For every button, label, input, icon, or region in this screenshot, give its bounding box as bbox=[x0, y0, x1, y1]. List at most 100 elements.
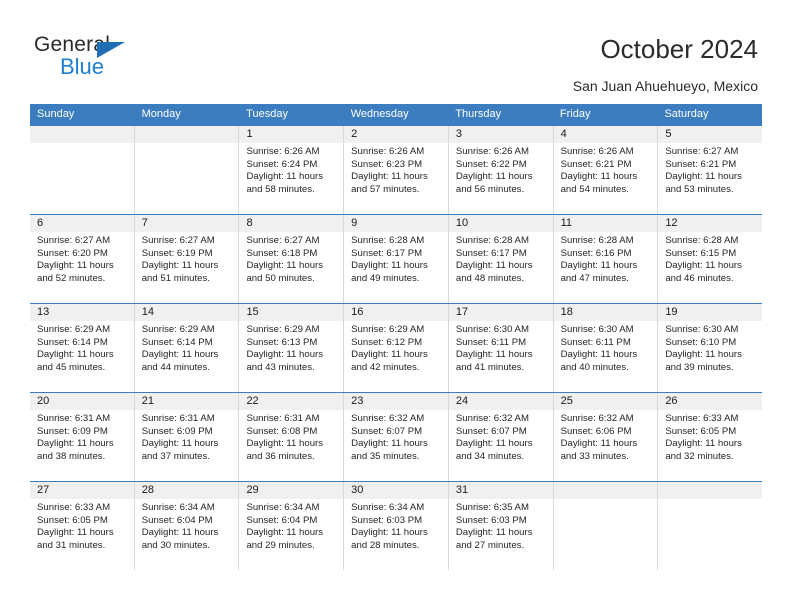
day-number: 10 bbox=[448, 215, 553, 232]
daylight-text-line2: and 48 minutes. bbox=[455, 272, 525, 284]
day-cell[interactable]: 11 Sunrise: 6:28 AM Sunset: 6:16 PM Dayl… bbox=[553, 215, 659, 303]
day-cell[interactable]: 8 Sunrise: 6:27 AM Sunset: 6:18 PM Dayli… bbox=[239, 215, 345, 303]
day-cell[interactable]: 21 Sunrise: 6:31 AM Sunset: 6:09 PM Dayl… bbox=[134, 393, 240, 481]
day-info: Sunrise: 6:34 AM Sunset: 6:03 PM Dayligh… bbox=[344, 499, 448, 552]
week-row: 20 Sunrise: 6:31 AM Sunset: 6:09 PM Dayl… bbox=[30, 392, 763, 481]
sunrise-text: Sunrise: 6:33 AM bbox=[37, 502, 111, 513]
daylight-text-line1: Daylight: 11 hours bbox=[141, 438, 219, 450]
day-cell[interactable]: 7 Sunrise: 6:27 AM Sunset: 6:19 PM Dayli… bbox=[134, 215, 240, 303]
day-cell[interactable]: 26 Sunrise: 6:33 AM Sunset: 6:05 PM Dayl… bbox=[658, 393, 763, 481]
sunset-text: Sunset: 6:05 PM bbox=[37, 514, 108, 526]
day-info: Sunrise: 6:30 AM Sunset: 6:11 PM Dayligh… bbox=[449, 321, 553, 374]
day-cell-empty bbox=[553, 482, 659, 570]
day-cell[interactable]: 4 Sunrise: 6:26 AM Sunset: 6:21 PM Dayli… bbox=[553, 126, 659, 214]
day-cell[interactable]: 1 Sunrise: 6:26 AM Sunset: 6:24 PM Dayli… bbox=[239, 126, 345, 214]
general-blue-logo[interactable]: General Blue bbox=[34, 33, 214, 83]
sunrise-text: Sunrise: 6:32 AM bbox=[351, 413, 425, 424]
day-cell[interactable]: 31 Sunrise: 6:35 AM Sunset: 6:03 PM Dayl… bbox=[448, 482, 554, 570]
daylight-text-line2: and 39 minutes. bbox=[665, 361, 734, 373]
day-cell[interactable]: 5 Sunrise: 6:27 AM Sunset: 6:21 PM Dayli… bbox=[658, 126, 763, 214]
daylight-text-line2: and 36 minutes. bbox=[246, 450, 315, 462]
sunset-text: Sunset: 6:18 PM bbox=[246, 247, 318, 259]
day-cell[interactable]: 24 Sunrise: 6:32 AM Sunset: 6:07 PM Dayl… bbox=[448, 393, 554, 481]
daylight-text-line1: Daylight: 11 hours bbox=[141, 260, 219, 272]
day-cell[interactable]: 6 Sunrise: 6:27 AM Sunset: 6:20 PM Dayli… bbox=[30, 215, 135, 303]
day-cell[interactable]: 25 Sunrise: 6:32 AM Sunset: 6:06 PM Dayl… bbox=[553, 393, 659, 481]
day-number: 21 bbox=[134, 393, 239, 410]
day-cell[interactable]: 3 Sunrise: 6:26 AM Sunset: 6:22 PM Dayli… bbox=[448, 126, 554, 214]
daylight-text-line1: Daylight: 11 hours bbox=[351, 527, 428, 539]
dow-monday: Monday bbox=[141, 108, 181, 120]
day-info: Sunrise: 6:34 AM Sunset: 6:04 PM Dayligh… bbox=[135, 499, 239, 552]
sunrise-text: Sunrise: 6:30 AM bbox=[455, 324, 529, 335]
day-cell[interactable]: 23 Sunrise: 6:32 AM Sunset: 6:07 PM Dayl… bbox=[344, 393, 449, 481]
day-cell[interactable]: 10 Sunrise: 6:28 AM Sunset: 6:17 PM Dayl… bbox=[448, 215, 554, 303]
day-number: 11 bbox=[553, 215, 658, 232]
daylight-text-line1: Daylight: 11 hours bbox=[455, 260, 533, 272]
sunrise-text: Sunrise: 6:26 AM bbox=[560, 146, 634, 157]
day-number: 8 bbox=[239, 215, 344, 232]
logo-text-blue: Blue bbox=[60, 54, 105, 79]
day-number: 6 bbox=[30, 215, 134, 232]
day-info: Sunrise: 6:29 AM Sunset: 6:13 PM Dayligh… bbox=[239, 321, 343, 374]
day-cell[interactable]: 15 Sunrise: 6:29 AM Sunset: 6:13 PM Dayl… bbox=[239, 304, 345, 392]
daylight-text-line1: Daylight: 11 hours bbox=[141, 527, 219, 539]
day-info: Sunrise: 6:29 AM Sunset: 6:12 PM Dayligh… bbox=[344, 321, 448, 374]
daylight-text-line1: Daylight: 11 hours bbox=[351, 260, 428, 272]
day-cell[interactable]: 13 Sunrise: 6:29 AM Sunset: 6:14 PM Dayl… bbox=[30, 304, 135, 392]
page-title: October 2024 bbox=[600, 34, 758, 64]
day-number: 30 bbox=[344, 482, 448, 499]
day-number bbox=[553, 482, 658, 499]
day-info: Sunrise: 6:34 AM Sunset: 6:04 PM Dayligh… bbox=[239, 499, 343, 552]
day-number: 29 bbox=[239, 482, 344, 499]
day-number: 19 bbox=[658, 304, 763, 321]
day-cell[interactable]: 19 Sunrise: 6:30 AM Sunset: 6:10 PM Dayl… bbox=[658, 304, 763, 392]
day-cell[interactable]: 12 Sunrise: 6:28 AM Sunset: 6:15 PM Dayl… bbox=[658, 215, 763, 303]
week-row: 13 Sunrise: 6:29 AM Sunset: 6:14 PM Dayl… bbox=[30, 303, 763, 392]
daylight-text-line1: Daylight: 11 hours bbox=[560, 438, 638, 450]
sunset-text: Sunset: 6:11 PM bbox=[560, 336, 631, 348]
sunrise-text: Sunrise: 6:27 AM bbox=[37, 235, 111, 246]
dow-thursday: Thursday bbox=[455, 108, 502, 120]
day-cell[interactable]: 9 Sunrise: 6:28 AM Sunset: 6:17 PM Dayli… bbox=[344, 215, 449, 303]
day-info: Sunrise: 6:35 AM Sunset: 6:03 PM Dayligh… bbox=[449, 499, 553, 552]
day-cell-empty bbox=[30, 126, 135, 214]
day-cell[interactable]: 14 Sunrise: 6:29 AM Sunset: 6:14 PM Dayl… bbox=[134, 304, 240, 392]
daylight-text-line1: Daylight: 11 hours bbox=[455, 349, 533, 361]
day-cell[interactable]: 28 Sunrise: 6:34 AM Sunset: 6:04 PM Dayl… bbox=[134, 482, 240, 570]
day-cell[interactable]: 30 Sunrise: 6:34 AM Sunset: 6:03 PM Dayl… bbox=[344, 482, 449, 570]
daylight-text-line1: Daylight: 11 hours bbox=[246, 260, 324, 272]
day-info: Sunrise: 6:33 AM Sunset: 6:05 PM Dayligh… bbox=[658, 410, 762, 463]
daylight-text-line2: and 32 minutes. bbox=[665, 450, 734, 462]
month-calendar: Sunday Monday Tuesday Wednesday Thursday… bbox=[30, 104, 763, 570]
sunrise-text: Sunrise: 6:31 AM bbox=[37, 413, 111, 424]
day-cell[interactable]: 18 Sunrise: 6:30 AM Sunset: 6:11 PM Dayl… bbox=[553, 304, 659, 392]
day-cell[interactable]: 27 Sunrise: 6:33 AM Sunset: 6:05 PM Dayl… bbox=[30, 482, 135, 570]
sunset-text: Sunset: 6:20 PM bbox=[37, 247, 108, 259]
daylight-text-line2: and 56 minutes. bbox=[455, 183, 525, 195]
day-number: 22 bbox=[239, 393, 344, 410]
day-info: Sunrise: 6:26 AM Sunset: 6:21 PM Dayligh… bbox=[554, 143, 658, 196]
sunrise-text: Sunrise: 6:29 AM bbox=[141, 324, 215, 335]
day-cell[interactable]: 2 Sunrise: 6:26 AM Sunset: 6:23 PM Dayli… bbox=[344, 126, 449, 214]
day-number: 7 bbox=[134, 215, 239, 232]
daylight-text-line2: and 58 minutes. bbox=[246, 183, 315, 195]
daylight-text-line1: Daylight: 11 hours bbox=[665, 438, 742, 450]
day-cell[interactable]: 29 Sunrise: 6:34 AM Sunset: 6:04 PM Dayl… bbox=[239, 482, 345, 570]
day-info: Sunrise: 6:28 AM Sunset: 6:16 PM Dayligh… bbox=[554, 232, 658, 285]
day-info: Sunrise: 6:30 AM Sunset: 6:10 PM Dayligh… bbox=[658, 321, 762, 374]
day-number: 15 bbox=[239, 304, 344, 321]
day-cell[interactable]: 16 Sunrise: 6:29 AM Sunset: 6:12 PM Dayl… bbox=[344, 304, 449, 392]
daylight-text-line1: Daylight: 11 hours bbox=[455, 527, 533, 539]
day-cell[interactable]: 22 Sunrise: 6:31 AM Sunset: 6:08 PM Dayl… bbox=[239, 393, 345, 481]
sunrise-text: Sunrise: 6:34 AM bbox=[351, 502, 425, 513]
day-info: Sunrise: 6:27 AM Sunset: 6:19 PM Dayligh… bbox=[135, 232, 239, 285]
daylight-text-line1: Daylight: 11 hours bbox=[37, 349, 114, 361]
sunset-text: Sunset: 6:12 PM bbox=[351, 336, 423, 348]
day-cell[interactable]: 17 Sunrise: 6:30 AM Sunset: 6:11 PM Dayl… bbox=[448, 304, 554, 392]
day-cell[interactable]: 20 Sunrise: 6:31 AM Sunset: 6:09 PM Dayl… bbox=[30, 393, 135, 481]
daylight-text-line2: and 42 minutes. bbox=[351, 361, 420, 373]
day-info: Sunrise: 6:26 AM Sunset: 6:22 PM Dayligh… bbox=[449, 143, 553, 196]
daylight-text-line1: Daylight: 11 hours bbox=[455, 171, 533, 183]
sunset-text: Sunset: 6:09 PM bbox=[37, 425, 108, 437]
